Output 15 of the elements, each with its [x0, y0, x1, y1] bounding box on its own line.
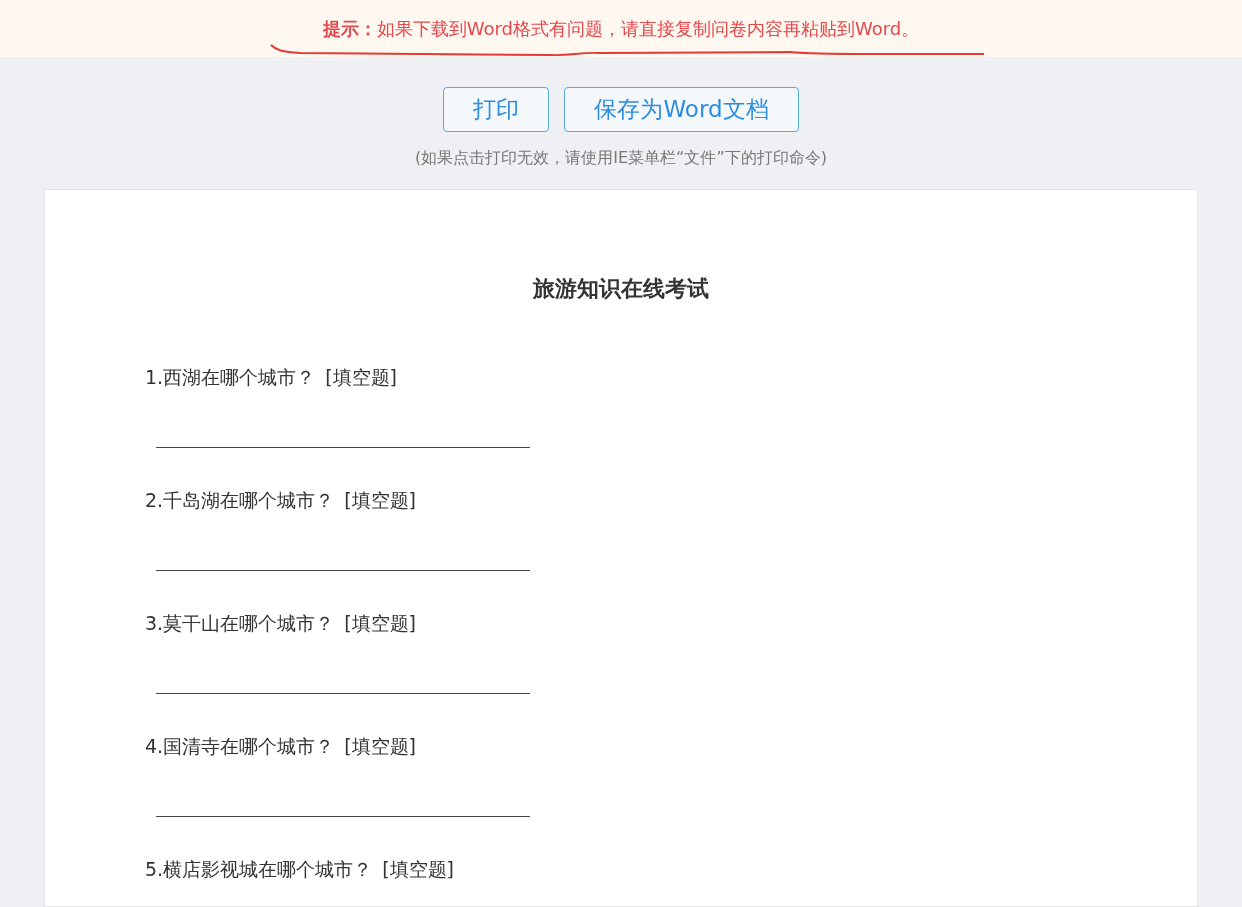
question-text: 5.横店影视城在哪个城市？: [145, 857, 373, 882]
question-type-label: [填空题]: [382, 857, 454, 882]
toolbar-button[interactable]: 打印: [443, 87, 550, 132]
print-hint: (如果点击打印无效，请使用IE菜单栏“文件”下的打印命令): [414, 147, 828, 169]
question-type-label: [填空题]: [325, 365, 397, 390]
question-type-label: [填空题]: [344, 611, 416, 636]
notice-text: 提示：如果下载到Word格式有问题，请直接复制问卷内容再粘贴到Word。: [322, 17, 920, 41]
question-text: 4.国清寺在哪个城市？: [145, 734, 335, 759]
toolbar-button[interactable]: 保存为Word文档: [564, 87, 799, 132]
question-text: 3.莫干山在哪个城市？: [145, 611, 335, 636]
survey-title: 旅游知识在线考试: [531, 275, 710, 303]
question-text: 2.千岛湖在哪个城市？: [145, 488, 335, 513]
question-type-label: [填空题]: [344, 488, 416, 513]
question-text: 1.西湖在哪个城市？: [145, 365, 316, 390]
question-type-label: [填空题]: [344, 734, 416, 759]
